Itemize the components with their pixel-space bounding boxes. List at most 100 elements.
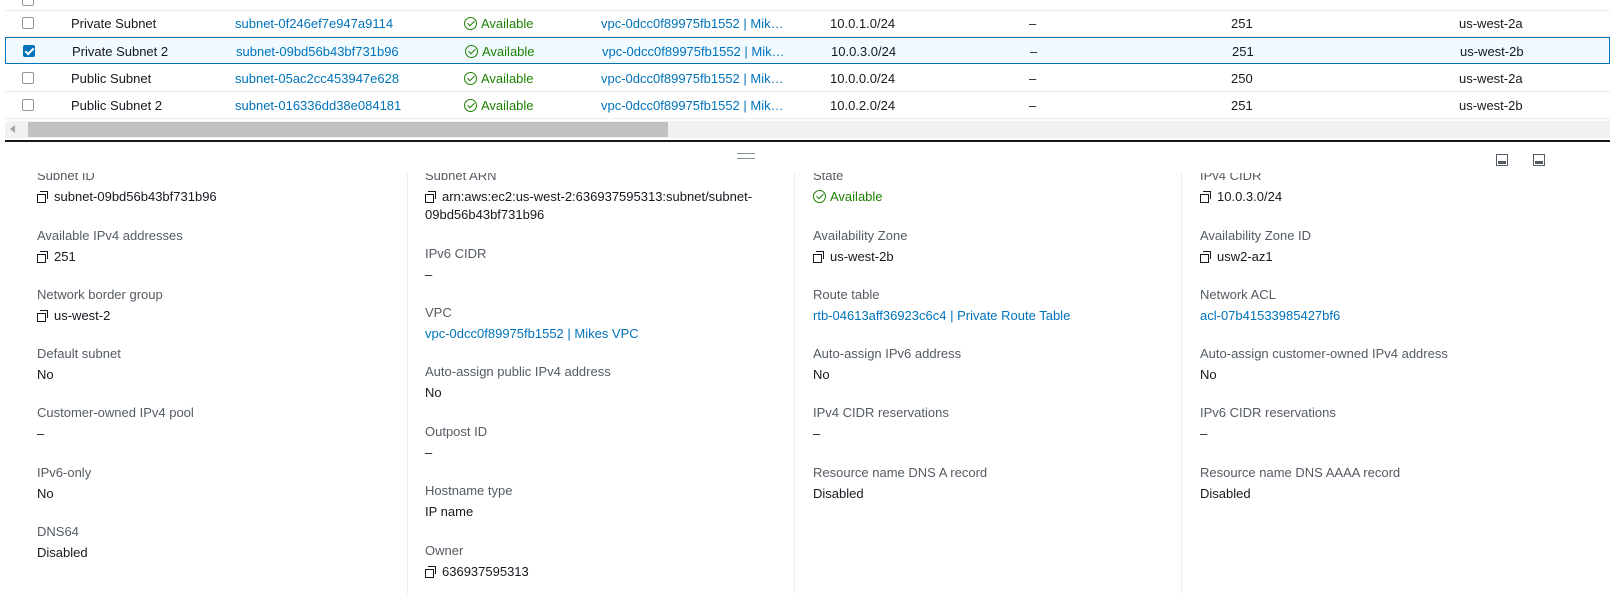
subnet-id-link[interactable]: subnet-09bd56b43bf731b96	[236, 38, 446, 65]
vpc-link[interactable]: vpc-0dcc0f89975fb1552 | Mik…	[601, 10, 811, 37]
check-circle-icon	[813, 190, 826, 203]
scroll-left-arrow-icon[interactable]	[10, 125, 15, 133]
outpost-id-value: –	[425, 445, 433, 460]
field-availability-zone: Availability Zone us-west-2b	[813, 228, 1173, 266]
field-default-subnet: Default subnet No	[37, 346, 397, 384]
field-subnet-arn: Subnet ARN arn:aws:ec2:us-west-2:6369375…	[425, 173, 785, 224]
state-value: Available	[830, 189, 883, 204]
ipv6-cidr: –	[1029, 16, 1037, 31]
field-label: Network border group	[37, 287, 163, 302]
availability-zone: us-west-2a	[1459, 16, 1523, 31]
field-availability-zone-id: Availability Zone ID usw2-az1	[1200, 228, 1560, 266]
row-checkbox[interactable]	[22, 0, 34, 6]
field-value: subnet-09bd56b43bf731b96	[37, 188, 397, 206]
hostname-type-value: IP name	[425, 504, 474, 519]
scrollbar-thumb[interactable]	[28, 122, 668, 137]
field-label: IPv4 CIDR reservations	[813, 405, 949, 420]
field-value: us-west-2b	[813, 248, 1173, 266]
split-panel-divider	[5, 140, 1610, 142]
subnet-id-link[interactable]: subnet-05ac2cc453947e628	[235, 65, 445, 92]
subnets-table: Private Subnet subnet-0f246ef7e947a9114 …	[0, 0, 1610, 140]
dns-aaaa-record-value: Disabled	[1200, 486, 1251, 501]
field-label: Resource name DNS AAAA record	[1200, 465, 1401, 480]
field-label: Auto-assign customer-owned IPv4 address	[1200, 346, 1448, 361]
available-ips: 250	[1231, 71, 1253, 86]
network-acl-link[interactable]: acl-07b41533985427bf6	[1200, 307, 1560, 325]
ipv4-cidr: 10.0.0.0/24	[830, 71, 896, 86]
table-row-selected[interactable]: Private Subnet 2 subnet-09bd56b43bf731b9…	[5, 37, 1610, 64]
field-label: VPC	[425, 305, 452, 320]
row-checkbox[interactable]	[22, 17, 34, 29]
field-label: Hostname type	[425, 483, 513, 498]
field-network-acl: Network ACL acl-07b41533985427bf6	[1200, 287, 1560, 325]
column-separator	[407, 173, 408, 594]
copy-icon[interactable]	[425, 566, 436, 578]
horizontal-scrollbar[interactable]	[5, 121, 1610, 138]
copy-icon[interactable]	[1200, 251, 1211, 263]
availability-zone-id-value: usw2-az1	[1217, 249, 1273, 264]
details-column-4: IPv4 CIDR 10.0.3.0/24 Availability Zone …	[1200, 173, 1600, 594]
copy-icon[interactable]	[1200, 191, 1211, 203]
ipv6-cidr: –	[1030, 44, 1038, 59]
field-label: IPv4 CIDR	[1200, 173, 1262, 183]
state-status: Available	[464, 10, 584, 37]
table-row[interactable]: Public Subnet 2 subnet-016336dd38e084181…	[5, 92, 1610, 119]
resize-handle-icon[interactable]	[737, 153, 755, 159]
copy-icon[interactable]	[37, 310, 48, 322]
field-label: Subnet ARN	[425, 173, 497, 183]
row-checkbox[interactable]	[22, 72, 34, 84]
state-status: Available	[464, 65, 584, 92]
field-network-border-group: Network border group us-west-2	[37, 287, 397, 325]
vpc-link[interactable]: vpc-0dcc0f89975fb1552 | Mik…	[601, 92, 811, 119]
panel-side-icon[interactable]	[1533, 154, 1545, 166]
ipv4-cidr: 10.0.3.0/24	[831, 44, 897, 59]
field-value: 636937595313	[425, 563, 785, 581]
field-label: Customer-owned IPv4 pool	[37, 405, 194, 420]
subnet-details-panel: Subnet ID subnet-09bd56b43bf731b96 Avail…	[0, 173, 1610, 594]
available-ips: 251	[1232, 44, 1254, 59]
field-label: DNS64	[37, 524, 79, 539]
row-checkbox-checked[interactable]	[23, 45, 35, 57]
copy-icon[interactable]	[37, 191, 48, 203]
subnet-id-link[interactable]: subnet-016336dd38e084181	[235, 92, 445, 119]
table-row[interactable]: Public Subnet subnet-05ac2cc453947e628 A…	[5, 65, 1610, 92]
vpc-link[interactable]: vpc-0dcc0f89975fb1552 | Mik…	[601, 65, 811, 92]
copy-icon[interactable]	[813, 251, 824, 263]
panel-bottom-icon[interactable]	[1496, 154, 1508, 166]
subnet-arn-value: arn:aws:ec2:us-west-2:636937595313:subne…	[442, 189, 753, 204]
details-column-2: Subnet ARN arn:aws:ec2:us-west-2:6369375…	[425, 173, 785, 594]
ipv4-cidr-reservations-value: –	[813, 426, 821, 441]
field-label: IPv6 CIDR reservations	[1200, 405, 1336, 420]
field-label: Available IPv4 addresses	[37, 228, 183, 243]
subnet-name: Private Subnet 2	[72, 44, 169, 59]
field-hostname-type: Hostname type IP name	[425, 483, 785, 521]
field-label: Resource name DNS A record	[813, 465, 988, 480]
vpc-link[interactable]: vpc-0dcc0f89975fb1552 | Mik…	[602, 38, 812, 65]
state-text: Available	[482, 44, 535, 59]
field-vpc: VPC vpc-0dcc0f89975fb1552 | Mikes VPC	[425, 305, 785, 343]
field-outpost-id: Outpost ID –	[425, 424, 785, 462]
field-label: Subnet ID	[37, 173, 95, 183]
check-circle-icon	[464, 72, 477, 85]
state-text: Available	[481, 98, 534, 113]
subnet-name: Public Subnet	[71, 71, 152, 86]
field-subnet-id: Subnet ID subnet-09bd56b43bf731b96	[37, 173, 397, 206]
ipv6-cidr-reservations-value: –	[1200, 426, 1208, 441]
field-label: Owner	[425, 543, 464, 558]
route-table-link[interactable]: rtb-04613aff36923c6c4 | Private Route Ta…	[813, 307, 1173, 325]
field-label: Auto-assign IPv6 address	[813, 346, 962, 361]
table-row[interactable]: Private Subnet subnet-0f246ef7e947a9114 …	[5, 10, 1610, 37]
field-label: Network ACL	[1200, 287, 1276, 302]
field-available-ipv4: Available IPv4 addresses 251	[37, 228, 397, 266]
copy-icon[interactable]	[37, 251, 48, 263]
subnet-id-link[interactable]: subnet-0f246ef7e947a9114	[235, 10, 445, 37]
field-label: Default subnet	[37, 346, 121, 361]
field-value: 10.0.3.0/24	[1200, 188, 1560, 206]
row-checkbox[interactable]	[22, 99, 34, 111]
vpc-link[interactable]: vpc-0dcc0f89975fb1552 | Mikes VPC	[425, 325, 785, 343]
field-auto-assign-public-ipv4: Auto-assign public IPv4 address No	[425, 364, 785, 402]
ipv4-cidr: 10.0.1.0/24	[830, 16, 896, 31]
field-value: Available	[813, 188, 1173, 206]
field-label: Route table	[813, 287, 880, 302]
copy-icon[interactable]	[425, 191, 436, 203]
